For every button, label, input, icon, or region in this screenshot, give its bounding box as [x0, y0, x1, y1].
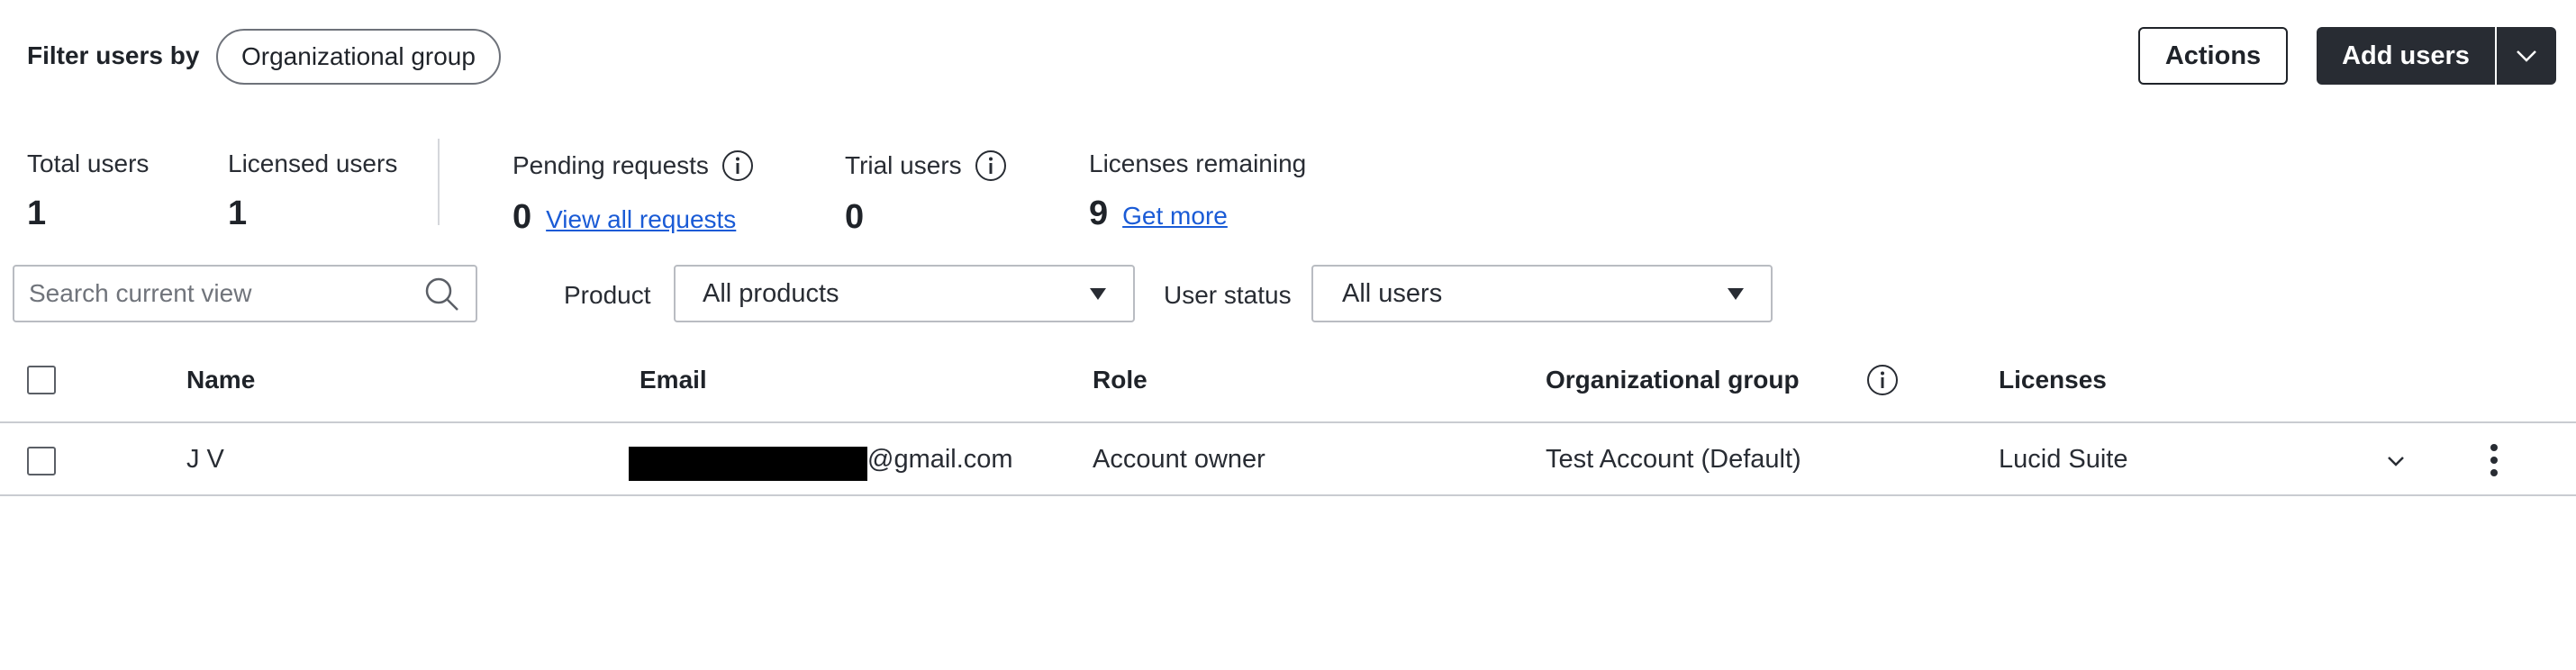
- cell-licenses: Lucid Suite: [1999, 445, 2128, 474]
- table-row-divider: [0, 494, 2576, 496]
- view-all-requests-link[interactable]: View all requests: [546, 205, 736, 234]
- stats-divider: [438, 139, 440, 225]
- cell-org-group: Test Account (Default): [1546, 445, 1801, 474]
- cell-role: Account owner: [1093, 445, 1265, 474]
- select-all-checkbox[interactable]: [27, 366, 56, 394]
- stat-trial-users: Trial users 0: [845, 149, 1007, 237]
- kebab-menu-icon[interactable]: [2479, 441, 2509, 479]
- actions-button[interactable]: Actions: [2138, 27, 2288, 85]
- column-header-licenses[interactable]: Licenses: [1999, 366, 2107, 394]
- stat-label: Trial users: [845, 151, 962, 179]
- cell-email: @gmail.com: [867, 445, 1013, 474]
- chevron-down-icon: [2517, 50, 2536, 62]
- stat-licensed-users: Licensed users 1: [228, 149, 397, 233]
- stat-label: Licensed users: [228, 149, 398, 177]
- stat-licenses-remaining: Licenses remaining 9 Get more: [1089, 149, 1306, 233]
- get-more-link[interactable]: Get more: [1122, 202, 1228, 231]
- add-users-button[interactable]: Add users: [2317, 27, 2495, 85]
- caret-down-icon: [1090, 287, 1106, 300]
- product-select[interactable]: All products: [674, 265, 1135, 322]
- product-select-value: All products: [703, 278, 839, 308]
- search-input[interactable]: Search current view: [13, 265, 477, 322]
- stat-label: Licenses remaining: [1089, 149, 1307, 177]
- filter-users-label: Filter users by: [27, 41, 200, 69]
- table-header-divider: [0, 421, 2576, 423]
- stat-value: 1: [228, 195, 248, 232]
- stat-value: 0 View all requests: [512, 198, 737, 236]
- column-header-name[interactable]: Name: [186, 366, 255, 394]
- stat-total-users: Total users 1: [27, 149, 149, 233]
- stat-pending-requests: Pending requests 0 View all requests: [512, 149, 754, 237]
- add-users-menu-button[interactable]: [2497, 27, 2556, 85]
- stat-label: Pending requests: [512, 151, 709, 179]
- user-status-select-value: All users: [1342, 278, 1443, 308]
- info-icon[interactable]: [975, 149, 1007, 182]
- stat-value: 1: [27, 195, 47, 232]
- user-status-select[interactable]: All users: [1311, 265, 1773, 322]
- stat-label: Total users: [27, 149, 150, 177]
- column-header-role[interactable]: Role: [1093, 366, 1147, 394]
- product-filter-label: Product: [564, 281, 651, 309]
- caret-down-icon: [1728, 287, 1744, 300]
- row-checkbox[interactable]: [27, 447, 56, 475]
- user-status-filter-label: User status: [1164, 281, 1292, 309]
- stat-value: 0: [845, 198, 865, 236]
- stat-value: 9 Get more: [1089, 195, 1228, 232]
- redacted-email-block: [629, 447, 867, 481]
- search-placeholder: Search current view: [29, 279, 252, 307]
- search-icon[interactable]: [422, 274, 461, 313]
- info-icon[interactable]: [721, 149, 754, 182]
- chevron-down-icon[interactable]: [2381, 447, 2410, 475]
- column-header-email[interactable]: Email: [639, 366, 707, 394]
- organizational-group-filter-chip[interactable]: Organizational group: [216, 29, 501, 85]
- info-icon[interactable]: [1866, 364, 1899, 396]
- column-header-org-group[interactable]: Organizational group: [1546, 366, 1800, 394]
- cell-name: J V: [186, 445, 224, 474]
